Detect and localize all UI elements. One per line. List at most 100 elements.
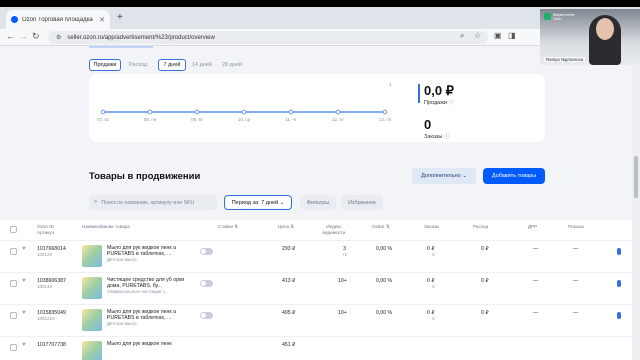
impressions: — [573,310,579,316]
bid-toggle[interactable] [200,248,213,255]
extensions-icon[interactable]: ▣ [494,31,502,40]
period-14-days[interactable]: 14 дней [187,59,217,71]
new-tab-icon[interactable]: + [117,12,123,23]
header-price[interactable]: Цена ⇅ [278,220,294,240]
sales-value: 0,0 ₽ [424,83,454,98]
table-row[interactable]: ♥ 1015835049 1001210 Мыло для рук жидкое … [0,304,632,336]
presenter-face [596,18,614,40]
product-name[interactable]: Мыло для рук жидкое пенк [107,341,187,347]
sales-chart: 1 07, вс 08, пн 09, вт 10, ср 11, чт 12, пт 13,… [97,82,392,122]
row-checkbox[interactable] [10,344,17,351]
bid-toggle[interactable] [200,280,213,287]
ozon-id[interactable]: 1017668014 100125 [37,246,66,258]
header-name: Наименование товара [82,224,130,229]
ozon-seller-page: Продажи Расход 7 дней 14 дней 28 дней 10… [0,46,640,360]
close-tab-icon[interactable]: ✕ [99,16,105,24]
y-tick-label: 1 [389,82,392,87]
table-row[interactable]: ♥ 1017707738 Мыло для рук жидкое пенк 45… [0,336,632,360]
section-divider [89,46,153,48]
product-thumbnail[interactable] [82,341,102,360]
favorite-heart-icon[interactable]: ♥ [22,310,26,316]
price: 293 ₽ [282,246,296,252]
bookmark-star-icon[interactable]: ☆ [474,31,481,40]
period-7-days[interactable]: 7 дней [158,59,186,71]
row-checkbox[interactable] [10,280,17,287]
favorite-heart-icon[interactable]: ♥ [22,246,26,252]
table-row[interactable]: ♥ 1038606387 100142 Чистящее средство для… [0,272,632,304]
select-all-checkbox[interactable] [10,226,17,233]
data-point[interactable] [382,109,388,115]
product-name[interactable]: Мыло для рук жидкое пенк а PURETABS в та… [107,245,187,263]
favorites-button[interactable]: Избранное [341,195,383,210]
forward-icon[interactable]: → [19,31,28,41]
row-menu-indicator[interactable] [617,312,621,319]
x-tick-label: 10, ср [238,117,251,122]
tab-sales[interactable]: Продажи [89,59,121,71]
search-input[interactable]: ⌕ Поиск по названию, артикулу или SKU [89,195,217,210]
ozon-id[interactable]: 1038606387 100142 [37,278,66,290]
x-tick-label: 08, пн [144,117,157,122]
bid-toggle[interactable] [200,312,213,319]
data-point[interactable] [147,109,153,115]
products-table: Ozon ID Артикул Наименование товара Ставк… [0,220,632,360]
spend: 0 ₽ [481,310,489,316]
header-spend[interactable]: Расход [473,220,488,240]
header-reach[interactable]: Охват ⇅ [372,220,390,240]
row-checkbox[interactable] [10,248,17,255]
row-checkbox[interactable] [10,312,17,319]
period-select[interactable]: Период за: 7 дней ⌄ [224,195,292,210]
orders: 0 ₽0 [427,310,435,321]
product-thumbnail[interactable] [82,245,102,267]
header-ozon-id[interactable]: Ozon ID Артикул [37,220,54,240]
add-products-button[interactable]: Добавить товары [483,168,545,184]
table-row[interactable]: ♥ 1017668014 100125 Мыло для рук жидкое п… [0,240,632,272]
favorite-heart-icon[interactable]: ♥ [22,342,26,348]
page-scrollbar[interactable] [632,46,640,360]
tab-spend[interactable]: Расход [122,59,154,71]
period-28-days[interactable]: 28 дней [217,59,247,71]
spend: 0 ₽ [481,246,489,252]
data-point[interactable] [100,109,106,115]
browser-tab[interactable]: Ozon Торговая площадка ✕ [6,10,110,29]
more-dropdown-button[interactable]: Дополнительно ⌄ [412,168,476,184]
x-tick-label: 07, вс [97,117,110,122]
ozon-id[interactable]: 1017707738 [37,342,66,348]
header-orders[interactable]: Заказы [424,220,439,240]
back-icon[interactable]: ← [6,31,15,41]
info-icon[interactable]: ⓘ [444,134,450,140]
row-menu-indicator[interactable] [617,280,621,287]
header-visibility[interactable]: Индекс видимости [318,220,350,240]
data-point[interactable] [194,109,200,115]
reload-icon[interactable]: ↻ [32,31,40,42]
orders-label: Заказы ⓘ [424,134,450,140]
row-menu-indicator[interactable] [617,248,621,255]
header-drr[interactable]: ДРР [528,220,537,240]
drr: — [533,278,539,284]
impressions: — [573,246,579,252]
price: 495 ₽ [282,310,296,316]
filters-button[interactable]: Фильтры [300,195,336,210]
header-bids[interactable]: Ставки ⇅ [218,220,238,240]
ozon-favicon-icon [11,16,18,23]
product-name[interactable]: Чистящее средство для уб орки дома, PURE… [107,277,187,295]
data-point[interactable] [241,109,247,115]
chevron-down-icon: ⌄ [462,173,467,179]
chart-card: 1 07, вс 08, пн 09, вт 10, ср 11, чт 12, пт 13,… [89,74,545,142]
data-point[interactable] [335,109,341,115]
ozon-id[interactable]: 1015835049 1001210 [37,310,66,322]
x-tick-label: 13, сб [379,117,392,122]
header-impressions[interactable]: Показы [568,220,584,240]
address-bar[interactable]: ⚙ seller.ozon.ru/app/advertisement/%23/p… [48,31,488,44]
favorite-heart-icon[interactable]: ♥ [22,278,26,284]
sidebar-icon[interactable]: ◨ [508,31,516,40]
search-icon[interactable]: ⌕ [460,31,464,41]
product-thumbnail[interactable] [82,309,102,331]
reach: 0,00 % [376,278,393,284]
info-icon[interactable]: ⓘ [449,100,455,106]
data-point[interactable] [288,109,294,115]
scrollbar-thumb[interactable] [634,156,638,198]
product-name[interactable]: Мыло для рук жидкое пенк а PURETABS в та… [107,309,187,327]
product-thumbnail[interactable] [82,277,102,299]
reach: 0,00 % [376,310,393,316]
site-info-icon[interactable]: ⚙ [56,34,61,41]
